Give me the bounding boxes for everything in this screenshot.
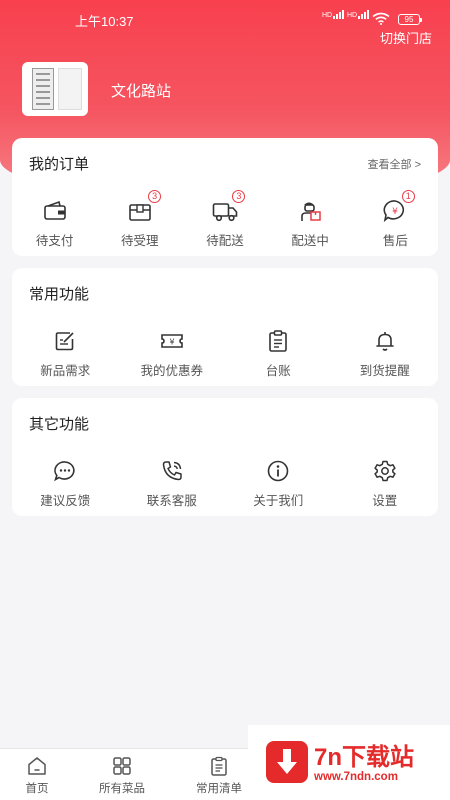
order-item-delivering[interactable]: 配送中 xyxy=(268,198,353,249)
order-item-pending-payment[interactable]: 待支付 xyxy=(12,198,97,249)
order-item-after-sales[interactable]: ¥ 1 售后 xyxy=(353,190,438,249)
svg-text:¥: ¥ xyxy=(169,338,174,347)
other-functions-card: 其它功能 建议反馈 联系客服 关于我们 设置 xyxy=(12,398,438,516)
gear-icon xyxy=(374,460,396,482)
switch-store-button[interactable]: 切换门店 xyxy=(380,28,432,47)
common-functions-card: 常用功能 新品需求 ¥ 我的优惠券 台账 到货提醒 xyxy=(12,268,438,386)
coupon-icon: ¥ xyxy=(160,334,183,348)
clipboard-icon xyxy=(269,330,288,352)
phone-icon xyxy=(162,461,182,481)
status-time: 上午10:37 xyxy=(75,14,134,29)
battery-icon: 95 xyxy=(398,14,422,25)
feedback-button[interactable]: 建议反馈 xyxy=(12,458,119,509)
wifi-icon xyxy=(372,12,390,25)
function-label: 我的优惠券 xyxy=(140,364,203,378)
function-label: 建议反馈 xyxy=(40,494,91,508)
tab-common-list[interactable]: 常用清单 xyxy=(183,755,255,796)
watermark-name: 7n下载站 xyxy=(314,744,415,771)
tab-label: 所有菜品 xyxy=(99,783,145,795)
store-name: 文化路站 xyxy=(111,83,172,100)
common-functions-title: 常用功能 xyxy=(29,286,90,303)
function-label: 台账 xyxy=(265,364,291,378)
function-label: 新品需求 xyxy=(40,364,91,378)
order-item-pending-accept[interactable]: 3 待受理 xyxy=(97,190,182,249)
list-icon xyxy=(211,756,227,776)
home-icon xyxy=(28,757,46,775)
svg-text:¥: ¥ xyxy=(392,207,398,217)
tab-home[interactable]: 首页 xyxy=(1,755,73,796)
orders-card: 我的订单 查看全部 > 待支付 3 待受理 3 待配送 配送中 ¥ 1 售后 xyxy=(12,138,438,256)
function-label: 到货提醒 xyxy=(359,364,410,378)
orders-title: 我的订单 xyxy=(29,156,90,173)
function-label: 设置 xyxy=(372,494,398,508)
order-item-label: 待受理 xyxy=(121,234,159,248)
settings-button[interactable]: 设置 xyxy=(332,458,439,509)
order-item-pending-delivery[interactable]: 3 待配送 xyxy=(182,190,267,249)
grid-icon xyxy=(113,757,131,775)
signal-icon: HD xyxy=(322,10,345,19)
function-label: 关于我们 xyxy=(253,494,304,508)
arrival-reminder-button[interactable]: 到货提醒 xyxy=(332,328,439,379)
order-item-label: 待配送 xyxy=(206,234,244,248)
store-image xyxy=(22,62,88,116)
signal-icon: HD xyxy=(347,10,370,19)
signal-label: HD xyxy=(347,12,358,19)
tab-label: 首页 xyxy=(25,783,49,795)
new-product-request-button[interactable]: 新品需求 xyxy=(12,328,119,379)
signal-label: HD xyxy=(322,12,333,19)
order-item-label: 配送中 xyxy=(291,234,329,248)
order-item-label: 待支付 xyxy=(35,234,74,248)
watermark-url: www.7ndn.com xyxy=(314,771,398,783)
info-icon xyxy=(267,460,289,482)
download-logo-icon xyxy=(266,741,308,783)
other-functions-title: 其它功能 xyxy=(29,416,90,433)
about-us-button[interactable]: 关于我们 xyxy=(225,458,332,509)
order-badge: 3 xyxy=(232,190,246,203)
order-item-label: 售后 xyxy=(382,234,408,248)
order-badge: 1 xyxy=(401,190,415,203)
my-coupons-button[interactable]: ¥ 我的优惠券 xyxy=(119,328,226,379)
edit-icon xyxy=(55,332,74,351)
function-label: 联系客服 xyxy=(146,494,197,508)
gift-box-icon xyxy=(128,204,151,221)
tab-label: 常用清单 xyxy=(196,783,242,795)
courier-icon xyxy=(301,202,321,221)
chat-icon xyxy=(54,461,75,482)
tab-all-dishes[interactable]: 所有菜品 xyxy=(86,755,158,796)
watermark: 7n下载站 www.7ndn.com xyxy=(248,725,450,800)
view-all-orders-link[interactable]: 查看全部 > xyxy=(368,156,421,172)
bell-icon xyxy=(375,332,394,351)
ledger-button[interactable]: 台账 xyxy=(225,328,332,379)
order-badge: 3 xyxy=(148,190,162,203)
wallet-icon xyxy=(43,200,66,220)
contact-support-button[interactable]: 联系客服 xyxy=(119,458,226,509)
